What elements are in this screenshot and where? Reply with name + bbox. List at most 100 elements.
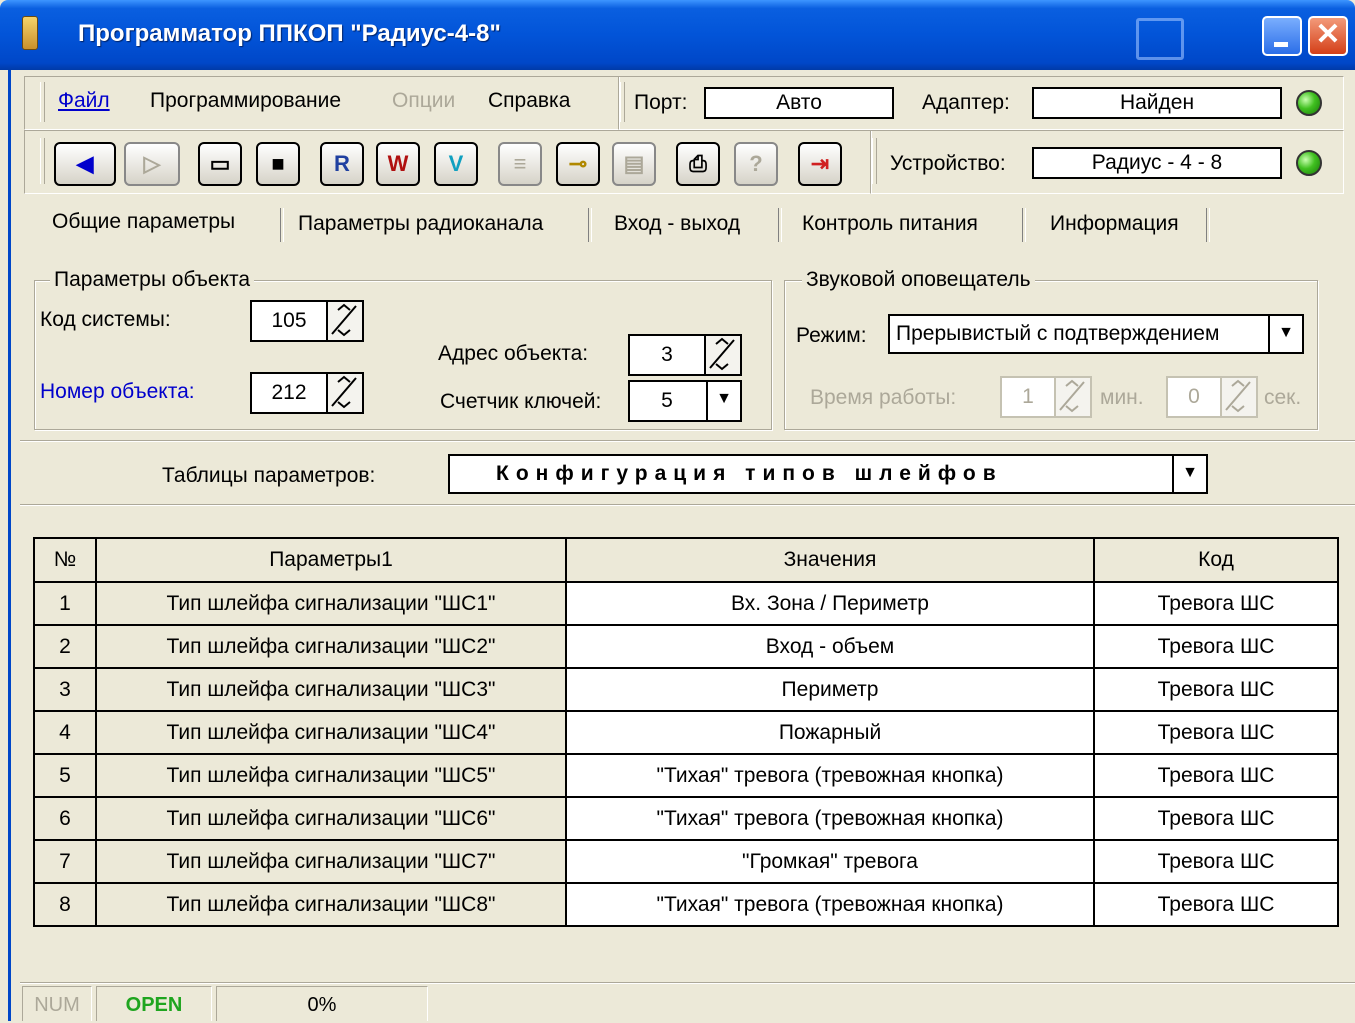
- row-value[interactable]: "Громкая" тревога: [565, 839, 1095, 884]
- object-address-value[interactable]: 3: [630, 336, 704, 374]
- row-code: Тревога ШС: [1093, 796, 1339, 841]
- spin-arrows-icon[interactable]: [326, 374, 362, 412]
- list-button[interactable]: ≡: [498, 142, 542, 186]
- row-value[interactable]: "Тихая" тревога (тревожная кнопка): [565, 753, 1095, 798]
- row-value[interactable]: "Тихая" тревога (тревожная кнопка): [565, 882, 1095, 927]
- seconds-value[interactable]: 0: [1168, 378, 1220, 416]
- table-row[interactable]: 7 Тип шлейфа сигнализации "ШС7" "Громкая" …: [33, 839, 1339, 884]
- row-code: Тревога ШС: [1093, 581, 1339, 626]
- spin-arrows-icon[interactable]: [1054, 378, 1090, 416]
- spin-arrows-icon[interactable]: [704, 336, 740, 374]
- menu-options[interactable]: Опции: [392, 89, 455, 113]
- app-icon: [22, 16, 38, 50]
- row-value[interactable]: Вход - объем: [565, 624, 1095, 669]
- tab-radio-params[interactable]: Параметры радиоканала: [298, 212, 543, 236]
- system-code-value[interactable]: 105: [252, 302, 326, 340]
- document-button[interactable]: ▤: [612, 142, 656, 186]
- tab-information[interactable]: Информация: [1050, 212, 1179, 236]
- port-field[interactable]: Авто: [704, 87, 894, 119]
- status-open: OPEN: [96, 986, 212, 1021]
- key-counter-value: 5: [661, 389, 673, 412]
- key-counter-label: Счетчик ключей:: [440, 390, 602, 413]
- row-number: 7: [33, 839, 97, 884]
- row-number: 8: [33, 882, 97, 927]
- write-button[interactable]: W: [376, 142, 420, 186]
- print-button[interactable]: ⎙: [676, 142, 720, 186]
- table-row[interactable]: 3 Тип шлейфа сигнализации "ШС3" Периметр Тр…: [33, 667, 1339, 712]
- minutes-spinner[interactable]: 1: [1000, 376, 1092, 418]
- key-button[interactable]: ⊸: [556, 142, 600, 186]
- mode-label: Режим:: [796, 324, 867, 347]
- row-number: 3: [33, 667, 97, 712]
- row-value[interactable]: "Тихая" тревога (тревожная кнопка): [565, 796, 1095, 841]
- row-param: Тип шлейфа сигнализации "ШС5": [95, 753, 567, 798]
- menu-help[interactable]: Справка: [488, 89, 570, 113]
- col-header-code: Код: [1093, 537, 1339, 583]
- spin-arrows-icon[interactable]: [1220, 378, 1256, 416]
- menu-programming[interactable]: Программирование: [150, 89, 341, 113]
- row-value[interactable]: Пожарный: [565, 710, 1095, 755]
- row-code: Тревога ШС: [1093, 839, 1339, 884]
- seconds-spinner[interactable]: 0: [1166, 376, 1258, 418]
- statusbar-divider: [20, 982, 1355, 984]
- device-status-led: [1296, 150, 1322, 176]
- save-button[interactable]: ■: [256, 142, 300, 186]
- object-number-label: Номер объекта:: [40, 380, 195, 403]
- minimize-icon: [1274, 42, 1288, 47]
- tables-dropdown[interactable]: Конфигурация типов шлейфов ▼: [448, 454, 1208, 494]
- tab-separator: [1022, 208, 1026, 242]
- open-button[interactable]: ▭: [198, 142, 242, 186]
- mode-dropdown[interactable]: Прерывистый с подтверждением ▼: [888, 314, 1304, 354]
- connection-grip[interactable]: [620, 82, 625, 122]
- row-value[interactable]: Вх. Зона / Периметр: [565, 581, 1095, 626]
- object-number-value[interactable]: 212: [252, 374, 326, 412]
- read-button[interactable]: R: [320, 142, 364, 186]
- object-address-spinner[interactable]: 3: [628, 334, 742, 376]
- minimize-button[interactable]: [1262, 16, 1302, 56]
- adapter-field: Найден: [1032, 87, 1282, 119]
- row-number: 4: [33, 710, 97, 755]
- menu-file[interactable]: Файл: [58, 89, 110, 113]
- table-row[interactable]: 8 Тип шлейфа сигнализации "ШС8" "Тихая" тр…: [33, 882, 1339, 927]
- table-header-row: № Параметры1 Значения Код: [33, 537, 1339, 583]
- device-field: Радиус - 4 - 8: [1032, 147, 1282, 179]
- key-counter-dropdown[interactable]: 5 ▼: [628, 380, 742, 422]
- dropdown-arrow-icon[interactable]: ▼: [1172, 456, 1206, 492]
- adapter-label: Адаптер:: [922, 91, 1010, 114]
- tab-power-control[interactable]: Контроль питания: [802, 212, 978, 236]
- menu-grip[interactable]: [40, 82, 45, 122]
- col-header-values: Значения: [565, 537, 1095, 583]
- object-number-spinner[interactable]: 212: [250, 372, 364, 414]
- forward-button[interactable]: ▷: [124, 142, 180, 186]
- divider: [20, 440, 1355, 442]
- table-row[interactable]: 1 Тип шлейфа сигнализации "ШС1" Вх. Зона /…: [33, 581, 1339, 626]
- row-param: Тип шлейфа сигнализации "ШС7": [95, 839, 567, 884]
- dropdown-arrow-icon[interactable]: ▼: [1268, 316, 1302, 352]
- row-number: 6: [33, 796, 97, 841]
- row-value[interactable]: Периметр: [565, 667, 1095, 712]
- row-code: Тревога ШС: [1093, 624, 1339, 669]
- row-number: 5: [33, 753, 97, 798]
- minutes-value[interactable]: 1: [1002, 378, 1054, 416]
- device-grip[interactable]: [872, 138, 877, 184]
- row-param: Тип шлейфа сигнализации "ШС3": [95, 667, 567, 712]
- tab-separator: [280, 208, 284, 242]
- tab-separator: [1206, 208, 1210, 242]
- table-row[interactable]: 6 Тип шлейфа сигнализации "ШС6" "Тихая" тр…: [33, 796, 1339, 841]
- exit-button[interactable]: ⇥: [798, 142, 842, 186]
- tab-separator: [588, 208, 592, 242]
- table-row[interactable]: 4 Тип шлейфа сигнализации "ШС4" Пожарный Тр…: [33, 710, 1339, 755]
- toolbar-grip[interactable]: [40, 138, 45, 184]
- tab-input-output[interactable]: Вход - выход: [614, 212, 740, 236]
- table-row[interactable]: 2 Тип шлейфа сигнализации "ШС2" Вход - объ…: [33, 624, 1339, 669]
- help-button[interactable]: ?: [734, 142, 778, 186]
- tables-label: Таблицы параметров:: [162, 464, 376, 487]
- verify-button[interactable]: V: [434, 142, 478, 186]
- close-button[interactable]: ✕: [1308, 16, 1348, 56]
- spin-arrows-icon[interactable]: [326, 302, 362, 340]
- back-button[interactable]: ◀: [54, 142, 116, 186]
- table-row[interactable]: 5 Тип шлейфа сигнализации "ШС5" "Тихая" тр…: [33, 753, 1339, 798]
- tab-general-params[interactable]: Общие параметры: [52, 210, 235, 234]
- system-code-spinner[interactable]: 105: [250, 300, 364, 342]
- dropdown-arrow-icon[interactable]: ▼: [706, 382, 740, 420]
